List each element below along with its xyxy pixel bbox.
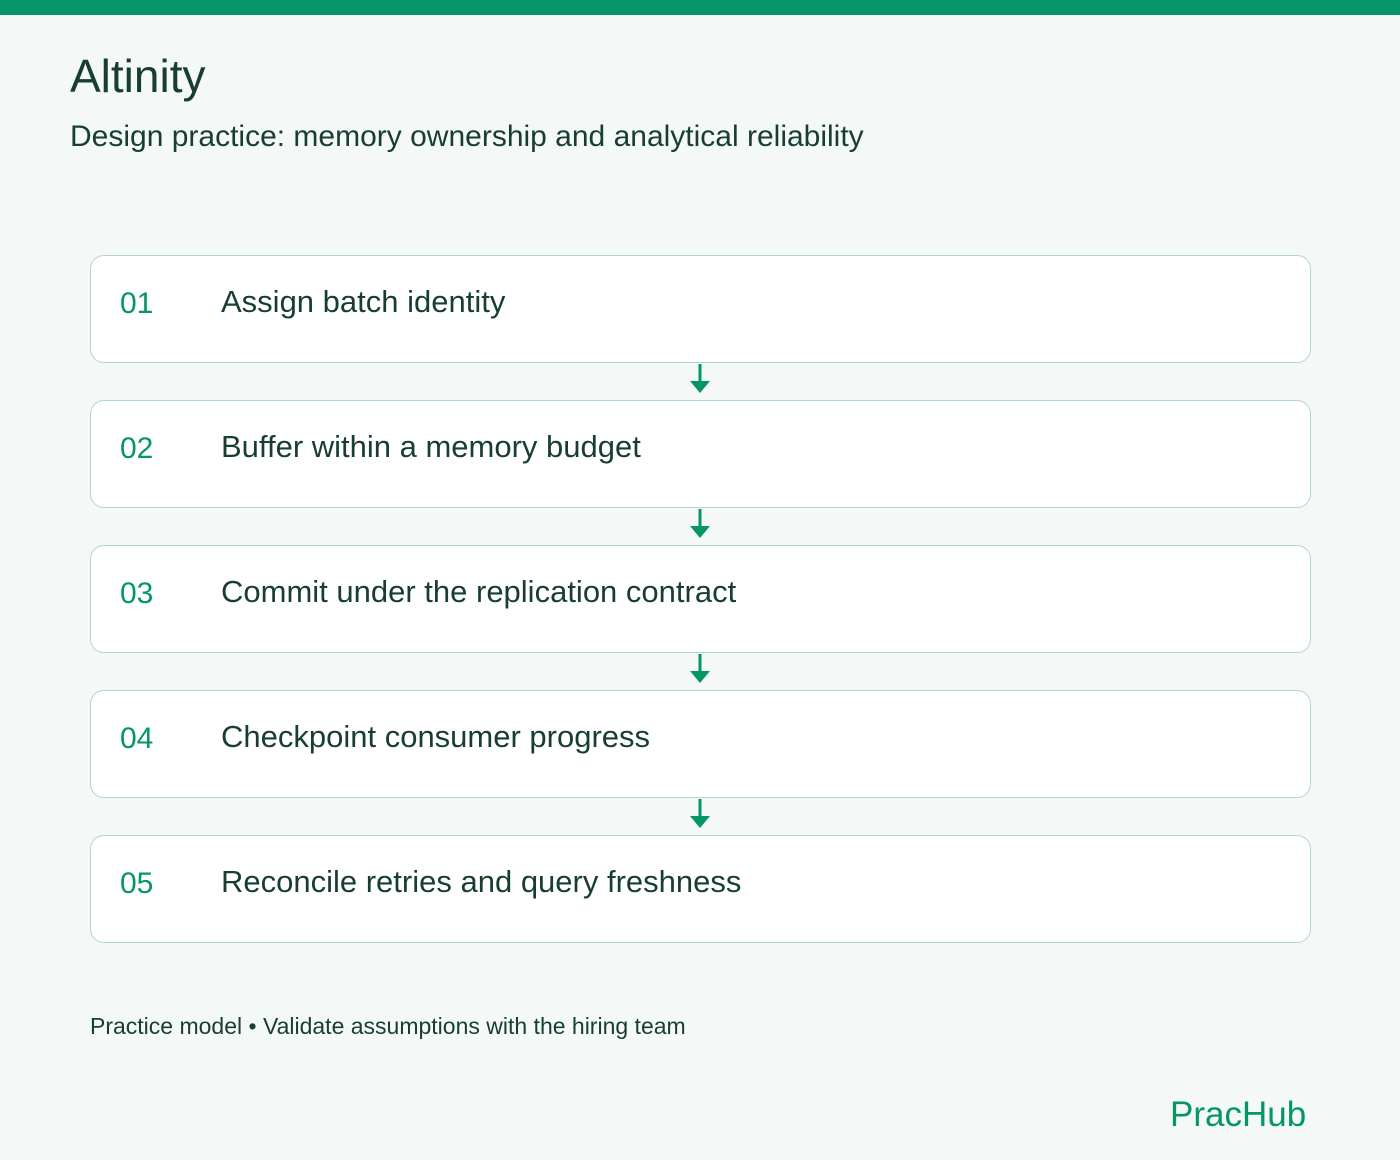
step-number: 02 bbox=[120, 432, 154, 465]
step-connector bbox=[90, 653, 1311, 690]
page-subtitle: Design practice: memory ownership and an… bbox=[70, 120, 864, 153]
step-label: Commit under the replication contract bbox=[221, 574, 737, 609]
page-title: Altinity bbox=[70, 50, 206, 102]
step-connector bbox=[90, 798, 1311, 835]
step-card-1: 01 Assign batch identity bbox=[90, 255, 1311, 363]
arrow-down-icon bbox=[690, 654, 710, 683]
arrow-down-icon bbox=[690, 509, 710, 538]
arrow-down-icon bbox=[690, 799, 710, 828]
step-number: 01 bbox=[120, 287, 154, 320]
step-card-4: 04 Checkpoint consumer progress bbox=[90, 690, 1311, 798]
step-card-3: 03 Commit under the replication contract bbox=[90, 545, 1311, 653]
step-number: 03 bbox=[120, 577, 154, 610]
step-label: Buffer within a memory budget bbox=[221, 429, 641, 464]
step-number: 05 bbox=[120, 867, 154, 900]
brand-logo: PracHub bbox=[1170, 1095, 1307, 1134]
step-label: Assign batch identity bbox=[221, 284, 506, 319]
process-flow: 01 Assign batch identity 02 Buffer withi… bbox=[90, 255, 1311, 943]
step-number: 04 bbox=[120, 722, 154, 755]
top-accent-bar bbox=[0, 0, 1400, 15]
footnote: Practice model • Validate assumptions wi… bbox=[90, 1013, 686, 1039]
step-card-5: 05 Reconcile retries and query freshness bbox=[90, 835, 1311, 943]
arrow-down-icon bbox=[690, 364, 710, 393]
step-connector bbox=[90, 363, 1311, 400]
step-label: Reconcile retries and query freshness bbox=[221, 864, 742, 899]
step-card-2: 02 Buffer within a memory budget bbox=[90, 400, 1311, 508]
step-label: Checkpoint consumer progress bbox=[221, 719, 651, 754]
step-connector bbox=[90, 508, 1311, 545]
